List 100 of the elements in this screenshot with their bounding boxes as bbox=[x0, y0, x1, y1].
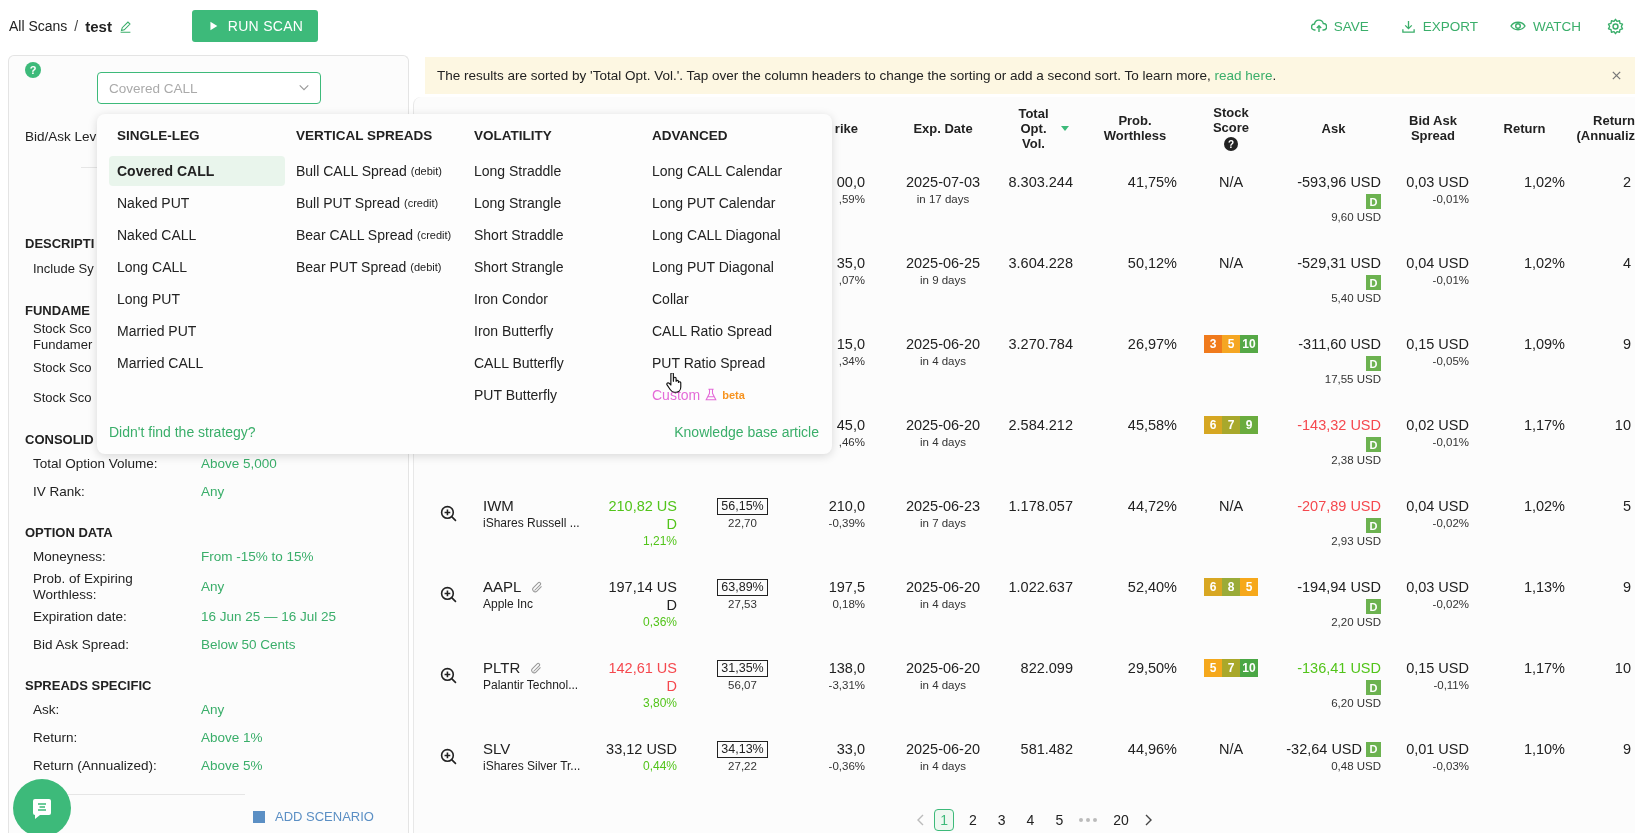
menu-item[interactable]: Long PUT Calendar bbox=[644, 188, 820, 218]
menu-item[interactable]: Bull PUT Spread (credit) bbox=[288, 188, 464, 218]
score-chip: 5 bbox=[1204, 659, 1222, 677]
menu-item[interactable]: Long Straddle bbox=[466, 156, 642, 186]
ask-subvalue: 5,40 USD bbox=[1330, 291, 1381, 306]
prob-worthless: 45,58% bbox=[1126, 416, 1177, 434]
menu-item[interactable]: Short Straddle bbox=[466, 220, 642, 250]
section-heading: CONSOLID bbox=[25, 431, 94, 449]
menu-item[interactable]: Long PUT bbox=[109, 284, 285, 314]
menu-item[interactable]: PUT Ratio Spread bbox=[644, 348, 820, 378]
menu-group-heading: VOLATILITY bbox=[473, 127, 553, 145]
ticker-symbol[interactable]: AAPL bbox=[483, 578, 522, 596]
bid-ask-spread: 0,01 USD bbox=[1405, 740, 1469, 758]
ticker-symbol[interactable]: IWM bbox=[483, 497, 514, 515]
ticker-symbol[interactable]: SLV bbox=[483, 740, 511, 758]
iv-value: 63,89% bbox=[717, 579, 768, 596]
breadcrumb-link[interactable]: All Scans bbox=[9, 18, 68, 34]
stock-price: 197,14 USD bbox=[607, 578, 677, 614]
filter-label: Return (Annualized): bbox=[33, 758, 158, 774]
filter-label: Expiration date: bbox=[33, 609, 128, 625]
filter-label: Stock Sco bbox=[33, 360, 92, 376]
ticker-symbol[interactable]: PLTR bbox=[483, 659, 521, 677]
column-header[interactable]: Prob. Worthless bbox=[1097, 113, 1173, 143]
menu-item[interactable]: CALL Butterfly bbox=[466, 348, 642, 378]
zoom-in-icon[interactable] bbox=[440, 586, 457, 603]
days-left: in 4 days bbox=[919, 597, 967, 612]
zoom-in-icon[interactable] bbox=[440, 505, 457, 522]
score-chip: 6 bbox=[1204, 578, 1222, 596]
menu-item[interactable]: Collar bbox=[644, 284, 820, 314]
strike-price: 00,0 bbox=[835, 173, 865, 191]
menu-item[interactable]: Long CALL Calendar bbox=[644, 156, 820, 186]
ask-price: -143,32 USD bbox=[1297, 416, 1381, 434]
menu-item[interactable]: Naked PUT bbox=[109, 188, 285, 218]
menu-group-heading: SINGLE-LEG bbox=[116, 127, 201, 145]
menu-item[interactable]: Married CALL bbox=[109, 348, 285, 378]
close-icon[interactable] bbox=[1611, 70, 1622, 81]
d-badge: D bbox=[1366, 356, 1381, 371]
days-left: in 9 days bbox=[919, 273, 967, 288]
menu-item[interactable]: Iron Condor bbox=[466, 284, 642, 314]
expiration-date: 2025-06-20 bbox=[904, 416, 982, 434]
menu-item[interactable]: Naked CALL bbox=[109, 220, 285, 250]
message-icon bbox=[30, 796, 54, 820]
option-volume: 822.099 bbox=[1019, 659, 1073, 677]
menu-item[interactable]: Iron Butterfly bbox=[466, 316, 642, 346]
return-value: 1,02% bbox=[1522, 254, 1565, 272]
strike-change: 0,18% bbox=[831, 597, 865, 612]
menu-item[interactable]: CALL Ratio Spread bbox=[644, 316, 820, 346]
strike-price: 210,0 bbox=[827, 497, 865, 515]
menu-item[interactable]: Bear PUT Spread (debit) bbox=[288, 252, 464, 282]
menu-item[interactable]: Married PUT bbox=[109, 316, 285, 346]
menu-item[interactable]: Long Strangle bbox=[466, 188, 642, 218]
menu-item[interactable]: Long PUT Diagonal bbox=[644, 252, 820, 282]
filter-label: Moneyness: bbox=[33, 549, 107, 565]
column-header[interactable]: Exp. Date bbox=[913, 120, 973, 136]
days-left: in 4 days bbox=[919, 678, 967, 693]
column-header[interactable]: Return (Annualiz bbox=[1573, 113, 1635, 143]
column-header[interactable]: Stock Score bbox=[1206, 105, 1256, 135]
d-badge: D bbox=[1366, 194, 1381, 209]
score-chip: 5 bbox=[1240, 578, 1258, 596]
prob-worthless: 44,96% bbox=[1126, 740, 1177, 758]
chevron-right-icon[interactable] bbox=[1143, 814, 1153, 826]
section-heading: OPTION DATA bbox=[25, 524, 113, 542]
help-icon[interactable]: ? bbox=[1224, 137, 1238, 151]
d-badge: D bbox=[1366, 741, 1381, 757]
bid-ask-spread: 0,03 USD bbox=[1405, 578, 1469, 596]
page-button[interactable]: 3 bbox=[991, 809, 1012, 831]
ask-price: -311,60 USD bbox=[1298, 335, 1381, 353]
ask-subvalue: 2,38 USD bbox=[1330, 453, 1381, 468]
pencil-icon[interactable] bbox=[118, 19, 132, 33]
page-button[interactable]: 2 bbox=[963, 809, 983, 831]
menu-item[interactable]: Long CALL Diagonal bbox=[644, 220, 820, 250]
page-button[interactable]: 20 bbox=[1107, 809, 1135, 831]
column-header[interactable]: Ask bbox=[1321, 120, 1346, 136]
page-button[interactable]: 5 bbox=[1049, 809, 1070, 831]
menu-item[interactable]: Short Strangle bbox=[466, 252, 642, 282]
column-header[interactable]: Return bbox=[1503, 120, 1546, 136]
zoom-in-icon[interactable] bbox=[440, 667, 457, 684]
beta-label: beta bbox=[722, 389, 745, 401]
column-header[interactable]: rike bbox=[834, 120, 858, 136]
column-header[interactable]: Bid Ask Spread bbox=[1402, 113, 1464, 143]
download-icon bbox=[1400, 18, 1416, 34]
zoom-in-icon[interactable] bbox=[440, 748, 457, 765]
prob-worthless: 26,97% bbox=[1126, 335, 1177, 353]
annualized-return: 5 bbox=[1621, 497, 1631, 515]
bid-ask-spread: 0,04 USD bbox=[1405, 497, 1469, 515]
column-header[interactable]: Total Opt. Vol. bbox=[1013, 105, 1054, 151]
page-button[interactable]: 4 bbox=[1020, 809, 1041, 831]
annualized-return: 9 bbox=[1621, 335, 1631, 353]
menu-item[interactable]: PUT Butterfly bbox=[466, 380, 642, 410]
prob-worthless: 50,12% bbox=[1126, 254, 1177, 272]
stock-price: 33,12 USD bbox=[605, 740, 677, 758]
settings-icon[interactable] bbox=[1607, 17, 1624, 35]
menu-item[interactable]: Bear CALL Spread (credit) bbox=[288, 220, 464, 250]
menu-item[interactable]: Covered CALL bbox=[109, 156, 285, 186]
strike-change: -3,31% bbox=[827, 678, 865, 693]
section-heading: DESCRIPTI bbox=[25, 235, 95, 253]
score-chip: 7 bbox=[1222, 659, 1240, 677]
menu-item[interactable]: Bull CALL Spread (debit) bbox=[288, 156, 464, 186]
ask-subvalue: 2,93 USD bbox=[1330, 534, 1381, 549]
menu-item[interactable]: Long CALL bbox=[109, 252, 285, 282]
